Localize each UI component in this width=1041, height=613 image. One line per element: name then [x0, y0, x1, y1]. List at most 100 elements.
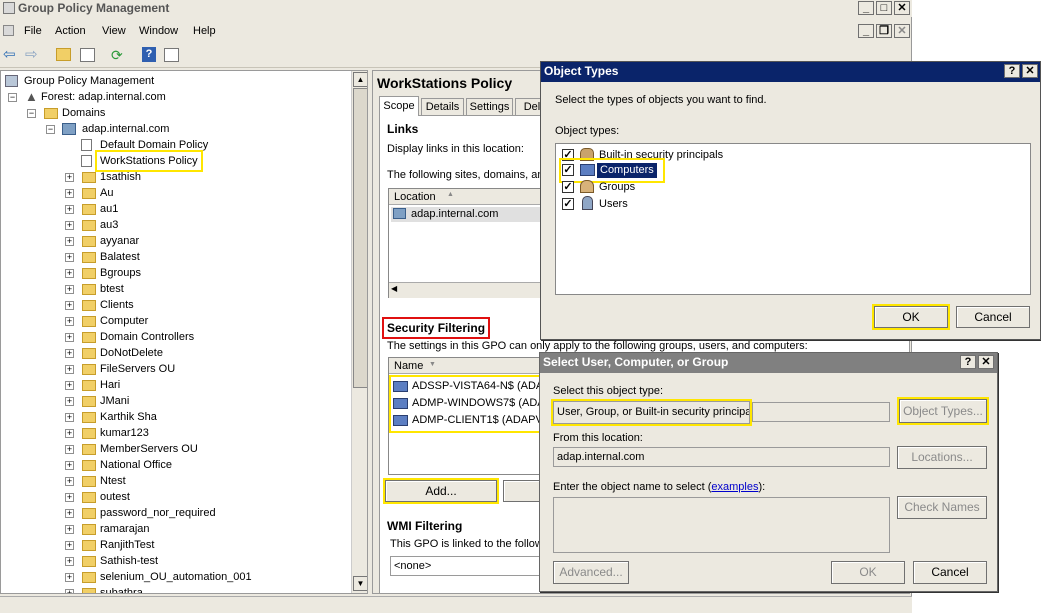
tree-ou-label: Sathish-test: [100, 555, 159, 567]
expand-icon[interactable]: +: [65, 301, 74, 310]
security-row-label: ADSSP-VISTA64-N$ (ADA: [412, 380, 544, 392]
show-hide-tree-icon[interactable]: [80, 48, 95, 62]
enter-object-label: Enter the object name to select (example…: [553, 481, 765, 493]
child-minimize-button[interactable]: _: [858, 24, 874, 38]
expand-icon[interactable]: +: [65, 509, 74, 518]
wmi-select[interactable]: <none>: [390, 556, 550, 576]
enter-label-suffix: ):: [758, 481, 766, 493]
ok-button[interactable]: OK: [872, 304, 950, 330]
collapse-icon[interactable]: −: [27, 109, 36, 118]
minimize-button[interactable]: _: [858, 1, 874, 15]
expand-icon[interactable]: +: [65, 573, 74, 582]
locations-button[interactable]: Locations...: [897, 446, 987, 469]
expand-icon[interactable]: +: [65, 461, 74, 470]
expand-icon[interactable]: +: [65, 397, 74, 406]
checkbox[interactable]: ✓: [562, 164, 574, 176]
object-type-field-rest: [752, 402, 890, 422]
expand-icon[interactable]: +: [65, 269, 74, 278]
security-list[interactable]: Name ▼ ADSSP-VISTA64-N$ (ADA ADMP-WINDOW…: [388, 357, 549, 475]
child-restore-button[interactable]: ❐: [876, 24, 892, 38]
menu-file[interactable]: File: [24, 25, 42, 37]
security-column-header[interactable]: Name ▼: [389, 358, 549, 374]
computer-icon: [580, 164, 595, 176]
expand-icon[interactable]: +: [65, 253, 74, 262]
expand-icon[interactable]: +: [65, 381, 74, 390]
tree-scrollbar[interactable]: ▲ ▼: [351, 71, 367, 593]
properties-icon[interactable]: [164, 48, 179, 62]
expand-icon[interactable]: +: [65, 557, 74, 566]
examples-link[interactable]: examples: [711, 481, 758, 493]
location-label: From this location:: [553, 432, 643, 444]
links-column-header[interactable]: Location ▲: [389, 189, 549, 205]
maximize-button[interactable]: □: [876, 1, 892, 15]
expand-icon[interactable]: +: [65, 205, 74, 214]
forward-icon[interactable]: ⇨: [25, 47, 38, 62]
object-types-list[interactable]: ✓ Built-in security principals ✓ Compute…: [555, 143, 1031, 295]
add-button[interactable]: Add...: [383, 478, 499, 504]
menu-view[interactable]: View: [102, 25, 126, 37]
tree-ou-label: outest: [100, 491, 130, 503]
help-icon[interactable]: ?: [142, 47, 156, 62]
expand-icon[interactable]: +: [65, 541, 74, 550]
advanced-button[interactable]: Advanced...: [553, 561, 629, 584]
checkbox[interactable]: ✓: [562, 181, 574, 193]
ok-button[interactable]: OK: [831, 561, 905, 584]
expand-icon[interactable]: +: [65, 349, 74, 358]
expand-icon[interactable]: +: [65, 589, 74, 593]
links-hscrollbar[interactable]: ◀: [389, 282, 549, 298]
links-list[interactable]: Location ▲ adap.internal.com ◀: [388, 188, 549, 298]
ou-folder-icon: [82, 588, 96, 593]
object-name-input[interactable]: [553, 497, 890, 553]
tab-scope[interactable]: Scope: [379, 96, 419, 117]
expand-icon[interactable]: +: [65, 365, 74, 374]
expand-icon[interactable]: +: [65, 445, 74, 454]
cancel-button[interactable]: Cancel: [913, 561, 987, 584]
tab-settings[interactable]: Settings: [466, 98, 513, 116]
object-types-titlebar: Object Types: [541, 62, 1040, 82]
menu-window[interactable]: Window: [139, 25, 178, 37]
main-titlebar: Group Policy Management _ □ ✕: [0, 0, 912, 17]
close-button[interactable]: ✕: [1022, 64, 1038, 78]
back-icon[interactable]: ⇦: [3, 47, 16, 62]
expand-icon[interactable]: +: [65, 477, 74, 486]
gpm-icon: [5, 75, 18, 87]
child-close-button[interactable]: ✕: [894, 24, 910, 38]
object-type-label: Select this object type:: [553, 385, 664, 397]
close-button[interactable]: ✕: [978, 355, 994, 369]
location-field: adap.internal.com: [553, 447, 890, 467]
expand-icon[interactable]: +: [65, 285, 74, 294]
collapse-icon[interactable]: −: [8, 93, 17, 102]
refresh-icon[interactable]: ⟳: [111, 47, 123, 64]
expand-icon[interactable]: +: [65, 317, 74, 326]
expand-icon[interactable]: +: [65, 221, 74, 230]
collapse-icon[interactable]: −: [46, 125, 55, 134]
expand-icon[interactable]: +: [65, 525, 74, 534]
expand-icon[interactable]: +: [65, 429, 74, 438]
links-row[interactable]: adap.internal.com: [391, 207, 547, 222]
up-folder-icon[interactable]: [56, 48, 71, 61]
check-names-button[interactable]: Check Names: [897, 496, 987, 519]
expand-icon[interactable]: +: [65, 237, 74, 246]
expand-icon[interactable]: +: [65, 333, 74, 342]
tab-details[interactable]: Details: [421, 98, 464, 116]
menu-help[interactable]: Help: [193, 25, 216, 37]
menu-action[interactable]: Action: [55, 25, 86, 37]
cancel-button[interactable]: Cancel: [956, 306, 1030, 328]
expand-icon[interactable]: +: [65, 413, 74, 422]
help-button[interactable]: ?: [1004, 64, 1020, 78]
expand-icon[interactable]: +: [65, 189, 74, 198]
scroll-down-icon[interactable]: ▼: [353, 576, 367, 591]
object-types-instruction: Select the types of objects you want to …: [555, 94, 767, 106]
scroll-up-icon[interactable]: ▲: [353, 72, 367, 87]
close-button[interactable]: ✕: [894, 1, 910, 15]
tree-ou-label: FileServers OU: [100, 363, 176, 375]
scroll-thumb[interactable]: [353, 88, 367, 388]
expand-icon[interactable]: +: [65, 173, 74, 182]
object-types-button[interactable]: Object Types...: [897, 397, 989, 425]
checkbox[interactable]: ✓: [562, 198, 574, 210]
help-button[interactable]: ?: [960, 355, 976, 369]
scroll-left-icon[interactable]: ◀: [391, 284, 397, 293]
object-type-item[interactable]: ✓ Computers: [559, 158, 665, 183]
tree-ou-label: Clients: [100, 299, 134, 311]
expand-icon[interactable]: +: [65, 493, 74, 502]
